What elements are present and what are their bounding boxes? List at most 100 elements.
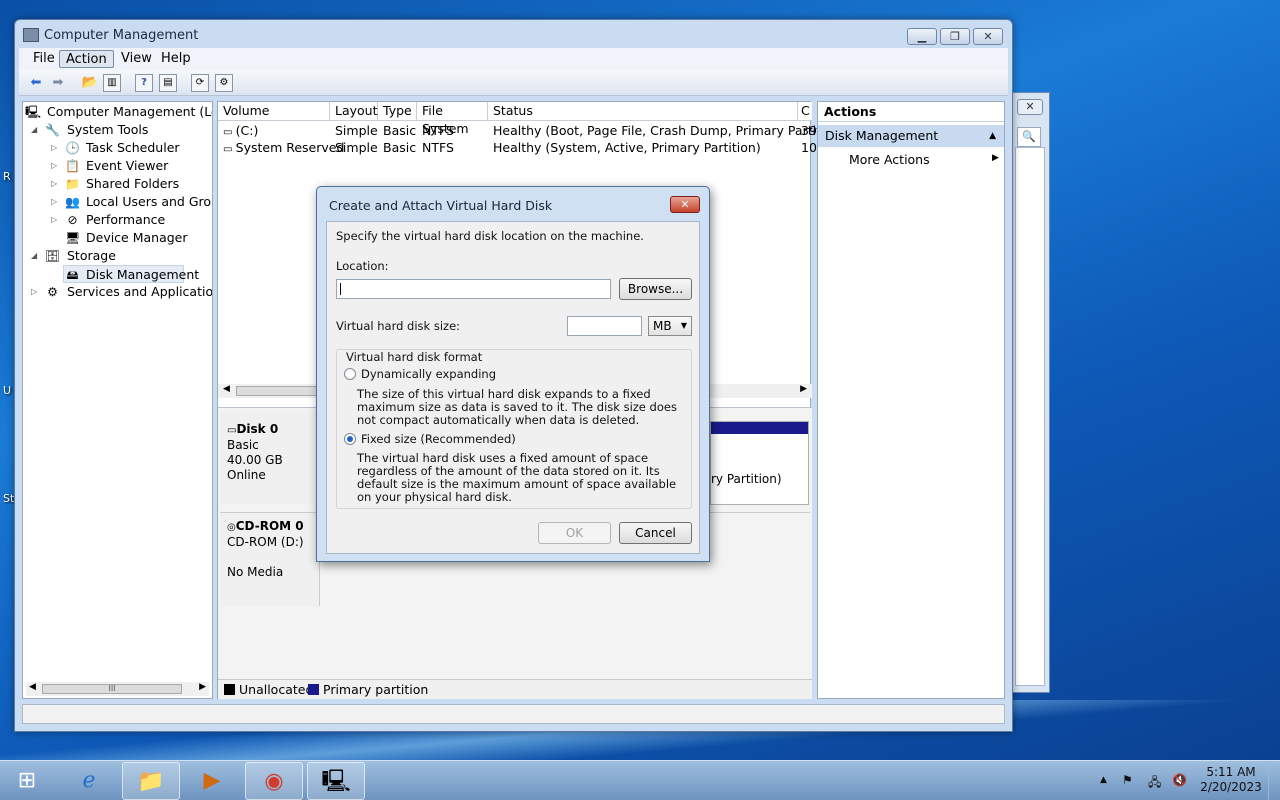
network-icon[interactable]: 🖧	[1148, 773, 1161, 794]
refresh-icon[interactable]: ⟳	[191, 74, 209, 92]
radio-fixed-size[interactable]	[344, 433, 356, 445]
menu-help[interactable]: Help	[155, 50, 197, 68]
column-header-file-system[interactable]: File System	[417, 102, 488, 136]
clock-time: 5:11 AM	[1206, 765, 1256, 779]
location-input[interactable]	[336, 279, 611, 299]
legend-unallocated: Unallocated	[239, 682, 314, 697]
layout-cell: Simple	[335, 140, 378, 155]
menu-file[interactable]: File	[27, 50, 61, 68]
media-player-icon[interactable]: ▶	[183, 762, 241, 800]
clock[interactable]: 5:11 AM 2/20/2023	[1196, 765, 1266, 795]
menu-view[interactable]: View	[115, 50, 158, 68]
toolbar: ⬅ ➡ 📂 ▥ ? ▤ ⟳ ⚙	[19, 70, 1008, 96]
show-desktop-button[interactable]	[1268, 761, 1280, 800]
title-bar[interactable]: Computer Management ▁ ❐ ✕	[15, 20, 1012, 50]
column-header-capacity[interactable]: C	[798, 102, 812, 121]
volume-cell: ▭ System Reserved	[223, 139, 344, 156]
expand-arrow-icon[interactable]: ▷	[51, 157, 61, 175]
expand-arrow-icon[interactable]: ▷	[51, 139, 61, 157]
expand-arrow-icon[interactable]: ▷	[51, 193, 61, 211]
dynamic-option-label[interactable]: Dynamically expanding	[361, 368, 496, 381]
partition-block[interactable]: ry Partition)	[710, 421, 809, 505]
show-hidden-icons-icon[interactable]: ▲	[1100, 775, 1107, 785]
volume-muted-icon[interactable]: 🔇	[1172, 773, 1187, 787]
column-header-type[interactable]: Type	[378, 102, 417, 121]
shared-folder-icon: 📁	[65, 177, 80, 191]
cdrom-drive: CD-ROM (D:)	[227, 535, 304, 549]
performance-icon: ⊘	[67, 213, 78, 227]
collapse-arrow-icon[interactable]: ◢	[31, 121, 41, 139]
minimize-button[interactable]: ▁	[907, 28, 937, 45]
layout-cell: Simple	[335, 123, 378, 138]
drive-icon: ▭	[223, 127, 236, 138]
more-actions-item[interactable]: More Actions	[849, 150, 930, 170]
expand-arrow-icon[interactable]: ▷	[31, 283, 41, 301]
disk-type: Basic	[227, 438, 259, 452]
help-icon[interactable]: ?	[135, 74, 153, 92]
up-folder-icon[interactable]: 📂	[81, 74, 99, 92]
disk-name: ▭Disk 0	[227, 422, 279, 436]
fixed-option-label[interactable]: Fixed size (Recommended)	[361, 433, 516, 446]
start-button[interactable]: ⊞	[0, 762, 54, 800]
dialog-close-button[interactable]: ✕	[670, 196, 700, 213]
tree-item-disk-management[interactable]: 🖴 Disk Management	[63, 265, 199, 283]
scroll-left-arrow-icon[interactable]: ◀	[29, 682, 36, 692]
column-header-layout[interactable]: Layout	[330, 102, 378, 121]
partition-label: ry Partition)	[711, 472, 782, 486]
computer-management-taskbar-icon[interactable]: 🖳	[307, 762, 365, 800]
scroll-right-arrow-icon[interactable]: ▶	[800, 384, 807, 394]
back-arrow-icon[interactable]: ⬅	[27, 74, 45, 92]
cdrom-0-info[interactable]: ◎CD-ROM 0 CD-ROM (D:) No Media	[220, 512, 320, 606]
chrome-icon[interactable]: ◉	[245, 762, 303, 800]
tree-item-label: Shared Folders	[86, 176, 180, 191]
expand-arrow-icon[interactable]: ▷	[51, 175, 61, 193]
show-hide-tree-icon[interactable]: ▥	[103, 74, 121, 92]
primary-swatch	[308, 684, 319, 695]
tools-icon: 🔧	[45, 123, 60, 137]
disk-0-info[interactable]: ▭Disk 0 Basic 40.00 GB Online	[220, 412, 320, 504]
event-viewer-icon: 📋	[65, 159, 80, 173]
actions-pane: Actions Disk Management ▲ More Actions ▶	[817, 101, 1005, 699]
column-header-volume[interactable]: Volume	[218, 102, 330, 121]
file-explorer-icon[interactable]: 📁	[122, 762, 180, 800]
internet-explorer-icon[interactable]: ℯ	[60, 762, 118, 800]
scroll-left-arrow-icon[interactable]: ◀	[223, 384, 230, 394]
menu-action[interactable]: Action	[59, 50, 114, 68]
console-tree: 🖳 Computer Management (Local ◢ 🔧 System …	[22, 101, 213, 699]
scrollbar-thumb[interactable]	[236, 386, 326, 396]
scrollbar-thumb[interactable]: III	[42, 684, 182, 694]
background-close-button[interactable]: ✕	[1017, 99, 1043, 115]
show-hide-action-pane-icon[interactable]: ▤	[159, 74, 177, 92]
tree-horizontal-scrollbar[interactable]: ◀ III ▶	[26, 682, 209, 696]
services-icon: ⚙	[47, 285, 58, 299]
actions-section-disk-management[interactable]: Disk Management ▲	[818, 125, 1004, 147]
column-header-status[interactable]: Status	[488, 102, 798, 121]
browse-button[interactable]: Browse...	[619, 278, 692, 300]
tree-item-label: Task Scheduler	[86, 140, 180, 155]
desktop-icon-label[interactable]: U	[3, 384, 11, 397]
radio-dynamically-expanding[interactable]	[344, 368, 356, 380]
create-vhd-dialog: Create and Attach Virtual Hard Disk ✕ Sp…	[316, 186, 710, 562]
maximize-button[interactable]: ❐	[940, 28, 970, 45]
dialog-title: Create and Attach Virtual Hard Disk	[329, 198, 553, 213]
cancel-button[interactable]: Cancel	[619, 522, 692, 544]
desktop-icon-label[interactable]: R	[3, 170, 11, 183]
collapse-up-icon[interactable]: ▲	[989, 125, 996, 147]
ok-button[interactable]: OK	[538, 522, 611, 544]
expand-arrow-icon[interactable]: ▷	[51, 211, 61, 229]
forward-arrow-icon[interactable]: ➡	[49, 74, 67, 92]
vhd-size-input[interactable]	[567, 316, 642, 336]
background-window[interactable]: ✕ 🔍	[1012, 92, 1050, 693]
close-button[interactable]: ✕	[973, 28, 1003, 45]
text-caret	[340, 283, 341, 295]
size-unit-select[interactable]: MB ▼	[648, 316, 692, 336]
properties-icon[interactable]: ⚙	[215, 74, 233, 92]
search-icon[interactable]: 🔍	[1017, 127, 1041, 147]
fs-cell: NTFS	[422, 140, 454, 155]
action-center-flag-icon[interactable]: ⚑	[1122, 773, 1133, 787]
computer-icon: 🖳	[25, 105, 42, 119]
tree-item-label: Computer Management (Local	[47, 104, 212, 119]
desktop-icon-label[interactable]: St	[3, 492, 14, 505]
scroll-right-arrow-icon[interactable]: ▶	[199, 682, 206, 692]
collapse-arrow-icon[interactable]: ◢	[31, 247, 41, 265]
